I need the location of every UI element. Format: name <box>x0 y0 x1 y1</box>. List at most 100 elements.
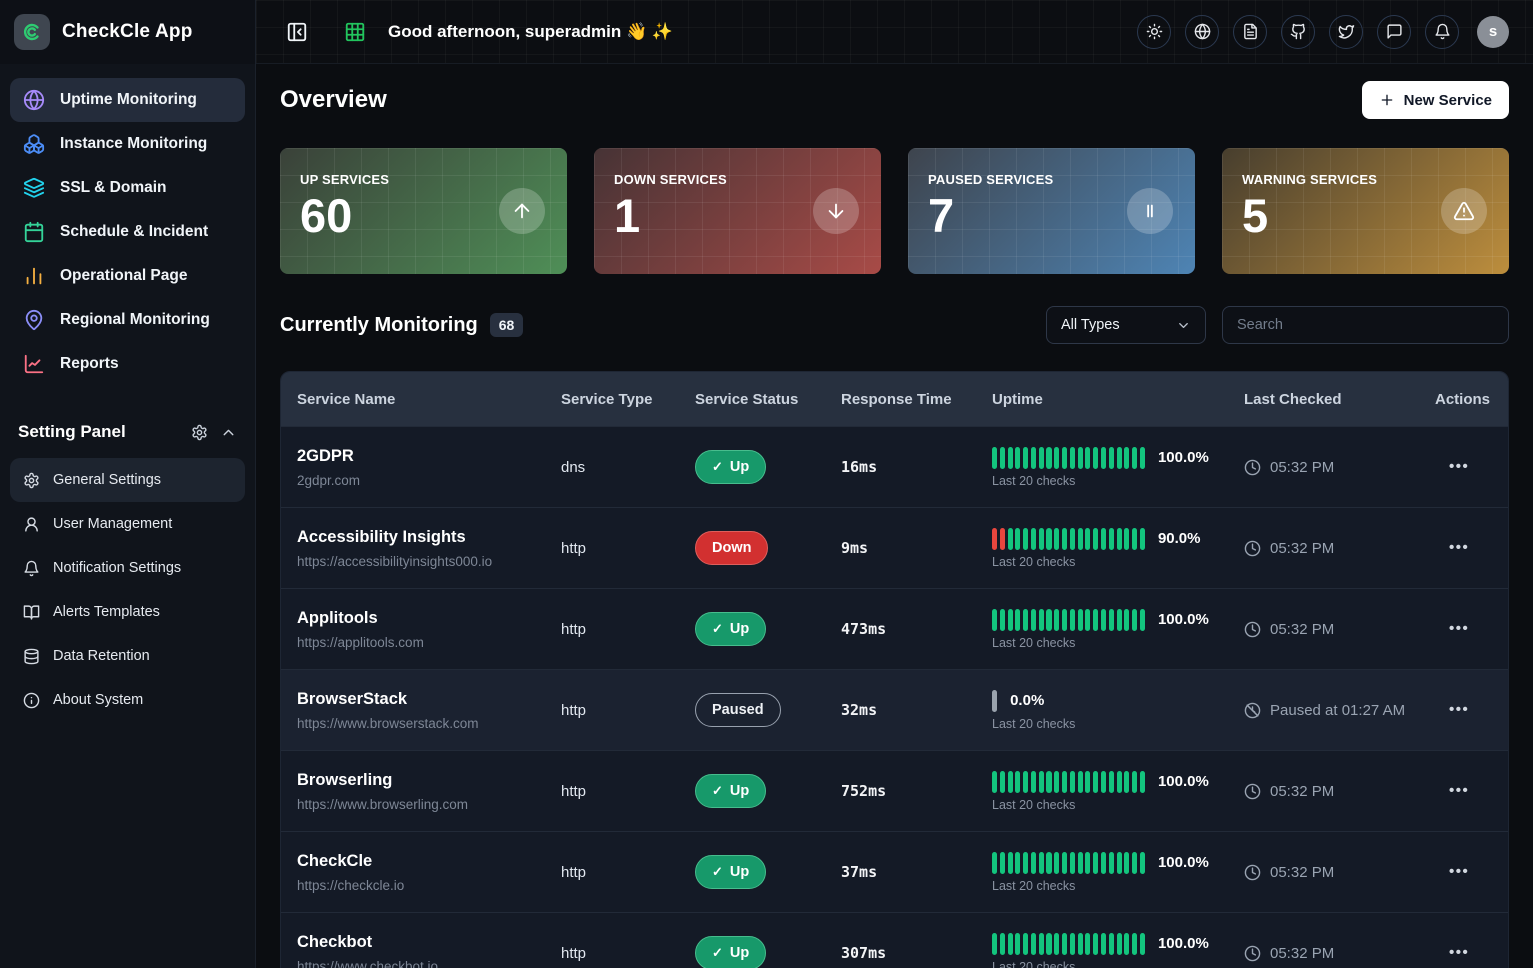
settings-item-about-system[interactable]: About System <box>10 678 245 722</box>
collapse-sidebar-icon[interactable] <box>286 21 308 43</box>
settings-item-notification-settings[interactable]: Notification Settings <box>10 546 245 590</box>
service-name[interactable]: Browserling <box>297 771 561 790</box>
sidebar-item-operational-page[interactable]: Operational Page <box>10 254 245 298</box>
feedback-button[interactable] <box>1377 15 1411 49</box>
twitter-button[interactable] <box>1329 15 1363 49</box>
notifications-button[interactable] <box>1425 15 1459 49</box>
uptime-bar-up <box>1039 528 1044 550</box>
greeting-text: Good afternoon, superadmin 👋 ✨ <box>388 22 673 42</box>
github-button[interactable] <box>1281 15 1315 49</box>
table-row[interactable]: BrowserStack https://www.browserstack.co… <box>281 669 1508 750</box>
last-checked-cell: 05:32 PM <box>1244 459 1435 476</box>
pause-icon <box>1127 188 1173 234</box>
sidebar-item-regional-monitoring[interactable]: Regional Monitoring <box>10 298 245 342</box>
row-actions-button[interactable]: ••• <box>1449 863 1489 880</box>
service-name[interactable]: Checkbot <box>297 933 561 952</box>
row-actions-button[interactable]: ••• <box>1449 782 1489 799</box>
app-logo-row: CheckCle App <box>0 0 255 64</box>
settings-item-alerts-templates[interactable]: Alerts Templates <box>10 590 245 634</box>
column-header-response-time: Response Time <box>841 391 992 408</box>
setting-panel-list: General Settings User Management Notific… <box>10 458 245 722</box>
monitoring-header: Currently Monitoring 68 All Types <box>280 306 1509 344</box>
uptime-bar-up <box>1117 771 1122 793</box>
service-url: https://www.browserling.com <box>297 797 561 812</box>
service-url: https://checkcle.io <box>297 878 561 893</box>
service-name[interactable]: Accessibility Insights <box>297 528 561 547</box>
documentation-button[interactable] <box>1233 15 1267 49</box>
clock-off-icon <box>1244 702 1261 719</box>
uptime-bar-up <box>1000 771 1005 793</box>
type-filter-dropdown[interactable]: All Types <box>1046 306 1206 344</box>
calendar-icon <box>23 221 45 243</box>
language-button[interactable] <box>1185 15 1219 49</box>
uptime-bar-up <box>1054 933 1059 955</box>
table-row[interactable]: 2GDPR 2gdpr.com dns ✓Up 16ms 100.0% Last… <box>281 426 1508 507</box>
table-row[interactable]: Accessibility Insights https://accessibi… <box>281 507 1508 588</box>
search-input[interactable] <box>1222 306 1509 344</box>
sidebar-item-reports[interactable]: Reports <box>10 342 245 386</box>
response-time: 16ms <box>841 458 992 476</box>
globe-icon <box>1194 23 1211 40</box>
chevron-up-icon[interactable] <box>220 424 237 441</box>
stat-card-warning-services[interactable]: WARNING SERVICES 5 <box>1222 148 1509 274</box>
message-icon <box>1386 23 1403 40</box>
service-name[interactable]: Applitools <box>297 609 561 628</box>
sidebar-item-ssl-domain[interactable]: SSL & Domain <box>10 166 245 210</box>
uptime-bar-up <box>1109 933 1114 955</box>
status-label: Up <box>730 621 749 637</box>
sidebar-item-schedule-incident[interactable]: Schedule & Incident <box>10 210 245 254</box>
stat-card-down-services[interactable]: DOWN SERVICES 1 <box>594 148 881 274</box>
uptime-bar-up <box>1039 609 1044 631</box>
settings-item-label: User Management <box>53 516 172 532</box>
uptime-bar-up <box>1117 852 1122 874</box>
uptime-bar-up <box>1117 609 1122 631</box>
last-checked-text: 05:32 PM <box>1270 540 1334 557</box>
setting-panel: Setting Panel General Settings User Mana… <box>0 408 255 722</box>
check-icon: ✓ <box>712 945 723 961</box>
uptime-bar-up <box>1008 933 1013 955</box>
service-name[interactable]: BrowserStack <box>297 690 561 709</box>
table-row[interactable]: Applitools https://applitools.com http ✓… <box>281 588 1508 669</box>
service-name[interactable]: 2GDPR <box>297 447 561 466</box>
uptime-bar-up <box>1000 609 1005 631</box>
uptime-bar-up <box>1078 933 1083 955</box>
row-actions-button[interactable]: ••• <box>1449 620 1489 637</box>
apps-grid-icon[interactable] <box>344 21 366 43</box>
theme-toggle-button[interactable] <box>1137 15 1171 49</box>
uptime-percentage: 100.0% <box>1158 773 1209 790</box>
stat-card-paused-services[interactable]: PAUSED SERVICES 7 <box>908 148 1195 274</box>
new-service-button[interactable]: New Service <box>1362 81 1509 119</box>
actions-cell: ••• <box>1435 620 1508 638</box>
uptime-bar-up <box>1062 933 1067 955</box>
settings-item-user-management[interactable]: User Management <box>10 502 245 546</box>
settings-item-general-settings[interactable]: General Settings <box>10 458 245 502</box>
service-name[interactable]: CheckCle <box>297 852 561 871</box>
table-row[interactable]: Checkbot https://www.checkbot.io http ✓U… <box>281 912 1508 968</box>
actions-cell: ••• <box>1435 458 1508 476</box>
row-actions-button[interactable]: ••• <box>1449 539 1489 556</box>
uptime-bar-up <box>1015 933 1020 955</box>
uptime-bar-up <box>1124 609 1129 631</box>
uptime-bar-up <box>1085 609 1090 631</box>
uptime-bar-up <box>1101 933 1106 955</box>
uptime-bar-up <box>1062 609 1067 631</box>
row-actions-button[interactable]: ••• <box>1449 701 1489 718</box>
sidebar-item-label: Schedule & Incident <box>60 223 208 241</box>
gear-icon[interactable] <box>191 424 208 441</box>
uptime-bar-up <box>1101 447 1106 469</box>
sidebar-item-uptime-monitoring[interactable]: Uptime Monitoring <box>10 78 245 122</box>
sidebar-item-instance-monitoring[interactable]: Instance Monitoring <box>10 122 245 166</box>
row-actions-button[interactable]: ••• <box>1449 458 1489 475</box>
settings-item-data-retention[interactable]: Data Retention <box>10 634 245 678</box>
status-badge: ✓Up <box>695 612 766 646</box>
setting-panel-title: Setting Panel <box>18 422 179 442</box>
table-row[interactable]: CheckCle https://checkcle.io http ✓Up 37… <box>281 831 1508 912</box>
stat-card-up-services[interactable]: UP SERVICES 60 <box>280 148 567 274</box>
user-avatar[interactable]: s <box>1477 16 1509 48</box>
uptime-bar-up <box>1046 852 1051 874</box>
uptime-bar-up <box>1093 933 1098 955</box>
uptime-bar-up <box>992 771 997 793</box>
stat-card-label: UP SERVICES <box>300 172 547 187</box>
row-actions-button[interactable]: ••• <box>1449 944 1489 961</box>
table-row[interactable]: Browserling https://www.browserling.com … <box>281 750 1508 831</box>
